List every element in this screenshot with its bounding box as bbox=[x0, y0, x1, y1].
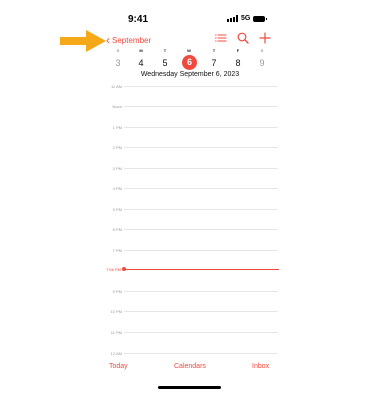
hour-line bbox=[124, 291, 278, 292]
weekday-letter: S bbox=[116, 48, 120, 53]
hour-label: 5 PM bbox=[112, 207, 122, 212]
day-cell[interactable]: 8 bbox=[230, 56, 246, 70]
status-time: 9:41 bbox=[128, 14, 149, 25]
home-indicator[interactable] bbox=[158, 386, 221, 389]
list-icon[interactable] bbox=[214, 31, 228, 45]
hour-label: 9 PM bbox=[112, 289, 122, 294]
day-cell-selected[interactable]: 6 bbox=[182, 55, 197, 70]
hour-line bbox=[124, 127, 278, 128]
signal-bars-icon bbox=[227, 15, 238, 22]
weekday-letter: T bbox=[163, 48, 167, 53]
day-cell[interactable]: 4 bbox=[133, 56, 149, 70]
weekday-letter: F bbox=[236, 48, 240, 53]
day-cell[interactable]: 5 bbox=[157, 56, 173, 70]
hour-label: 2 PM bbox=[112, 145, 122, 150]
weekday-letter: T bbox=[212, 48, 216, 53]
hour-line bbox=[124, 106, 278, 107]
status-indicators: 5G bbox=[227, 15, 268, 22]
hour-label: 12 AM bbox=[110, 351, 122, 356]
hour-line bbox=[124, 311, 278, 312]
hour-line bbox=[124, 353, 278, 354]
hour-line bbox=[124, 147, 278, 148]
hour-label: 1 PM bbox=[112, 125, 122, 130]
hour-label: 3 PM bbox=[112, 166, 122, 171]
hour-label: 10 PM bbox=[110, 309, 122, 314]
day-cell[interactable]: 7 bbox=[206, 56, 222, 70]
day-timeline[interactable]: 11 AM Noon 1 PM 2 PM 3 PM 4 PM 5 PM 6 PM… bbox=[0, 78, 380, 358]
hour-label: Noon bbox=[112, 104, 122, 109]
current-time-label: 7:56 PM bbox=[106, 267, 121, 272]
hour-label: 11 AM bbox=[110, 84, 122, 89]
weekday-letter: W bbox=[187, 48, 191, 53]
bottom-toolbar: Today Calendars Inbox bbox=[0, 363, 380, 377]
search-icon[interactable] bbox=[236, 31, 250, 45]
hour-line bbox=[124, 250, 278, 251]
hour-line bbox=[124, 229, 278, 230]
inbox-button[interactable]: Inbox bbox=[252, 363, 269, 370]
current-time-line bbox=[124, 269, 279, 270]
status-bar: 9:41 5G bbox=[0, 0, 380, 30]
battery-icon bbox=[253, 15, 268, 22]
hour-label: 4 PM bbox=[112, 186, 122, 191]
add-icon[interactable] bbox=[258, 31, 272, 45]
hour-label: 7 PM bbox=[112, 248, 122, 253]
today-button[interactable]: Today bbox=[109, 363, 128, 370]
day-cell[interactable]: 3 bbox=[110, 56, 126, 70]
hour-label: 11 PM bbox=[110, 330, 122, 335]
nav-actions bbox=[0, 31, 380, 47]
hour-line bbox=[124, 168, 278, 169]
weekday-letter: M bbox=[139, 48, 143, 53]
network-label: 5G bbox=[241, 15, 251, 22]
weekday-letter: S bbox=[260, 48, 264, 53]
hour-line bbox=[124, 188, 278, 189]
hour-label: 6 PM bbox=[112, 227, 122, 232]
week-strip: 3 4 5 6 7 8 9 bbox=[0, 55, 380, 70]
hour-line bbox=[124, 209, 278, 210]
hour-line bbox=[124, 86, 278, 87]
calendars-button[interactable]: Calendars bbox=[174, 363, 206, 370]
selected-date-label: Wednesday September 6, 2023 bbox=[140, 71, 240, 78]
hour-line bbox=[124, 332, 278, 333]
day-cell[interactable]: 9 bbox=[254, 56, 270, 70]
